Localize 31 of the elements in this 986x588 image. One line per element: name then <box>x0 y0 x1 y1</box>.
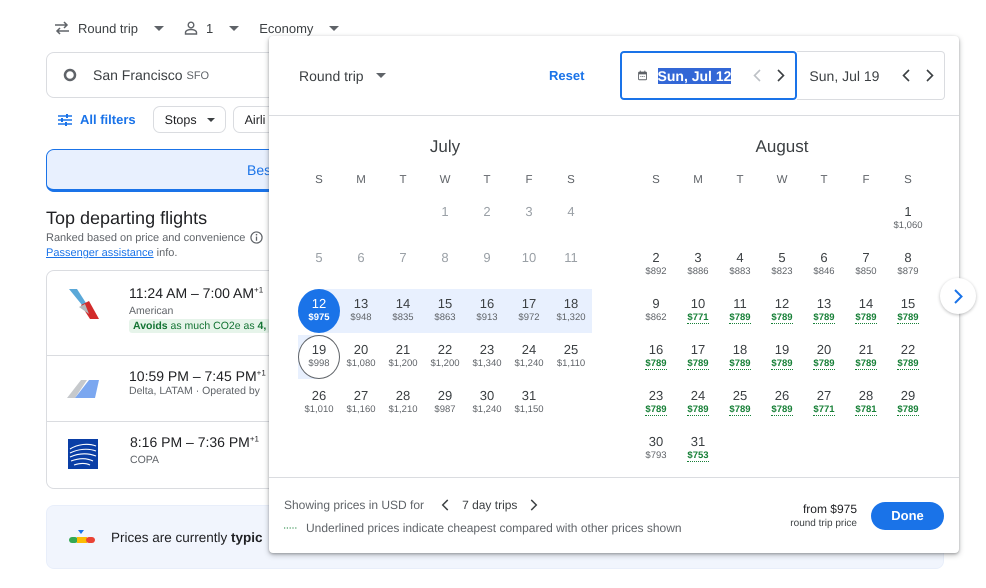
weekday-label: S <box>651 173 661 188</box>
price-insight-text: Prices are currently typic <box>111 530 263 544</box>
airline-name: Delta, LATAM · Operated by <box>129 385 260 397</box>
weekday-label: S <box>314 173 324 188</box>
price-note: round trip price <box>790 518 857 529</box>
weekday-label: T <box>398 173 408 188</box>
weekday-label: F <box>524 173 534 188</box>
weekday-label: W <box>438 173 452 188</box>
flight-times: 10:59 PM – 7:45 PM$^{+1}$ <box>129 368 266 384</box>
airline-name: American <box>129 305 174 317</box>
section-title: Top departing flights <box>46 207 208 229</box>
airline-name: COPA <box>130 454 159 466</box>
from-price: from $975 <box>802 502 857 516</box>
weekday-label: T <box>482 173 492 188</box>
weekday-label: S <box>903 173 913 188</box>
trip-length: 7 day trips <box>462 498 518 512</box>
weekday-label: T <box>735 173 745 188</box>
currency-note: Showing prices in USD for <box>284 498 424 512</box>
ranking-note: Ranked based on price and convenience <box>46 232 246 244</box>
month-title: July <box>428 136 462 158</box>
weekday-label: W <box>776 173 788 188</box>
weekday-label: T <box>819 173 829 188</box>
emissions-badge: Avoids as much CO2e as 4, <box>129 319 270 333</box>
legend-text: Underlined prices indicate cheapest compared with other prices shown <box>306 521 682 535</box>
weekday-label: S <box>566 173 576 188</box>
weekday-label: F <box>861 173 871 188</box>
weekday-label: M <box>692 173 704 188</box>
weekday-label: M <box>355 173 367 188</box>
flight-times: 11:24 AM – 7:00 AM$^{+1}$ <box>129 285 264 301</box>
month-title: August <box>754 136 810 158</box>
flight-times: 8:16 PM – 7:36 PM$^{+1}$ <box>130 434 259 450</box>
